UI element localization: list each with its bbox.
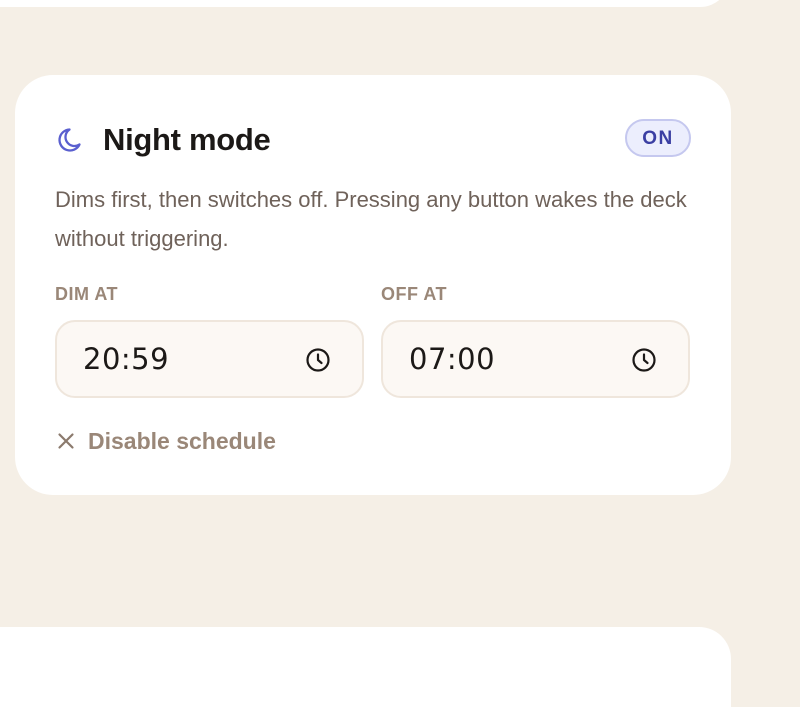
moon-icon [58,128,81,152]
previous-card [0,0,730,7]
card-description: Dims first, then switches off. Pressing … [55,187,687,251]
dim-at-label: DIM AT [55,284,118,304]
night-mode-card: Night mode ON Dims first, then switches … [15,75,731,495]
disable-schedule-label: Disable schedule [88,427,276,454]
status-badge[interactable]: ON [625,119,691,157]
x-icon [58,433,74,449]
card-title: Night mode [103,122,271,157]
next-card [0,627,731,707]
disable-schedule-button[interactable]: Disable schedule [56,424,276,458]
dim-at-time-value: 20:59 [83,342,170,376]
off-at-time-input[interactable]: 07:00 [381,320,690,398]
dim-at-time-input[interactable]: 20:59 [55,320,364,398]
off-at-time-value: 07:00 [409,342,496,376]
clock-icon[interactable] [305,347,331,373]
clock-icon[interactable] [631,347,657,373]
card-header: Night mode ON [56,119,691,161]
off-at-label: OFF AT [381,284,447,304]
